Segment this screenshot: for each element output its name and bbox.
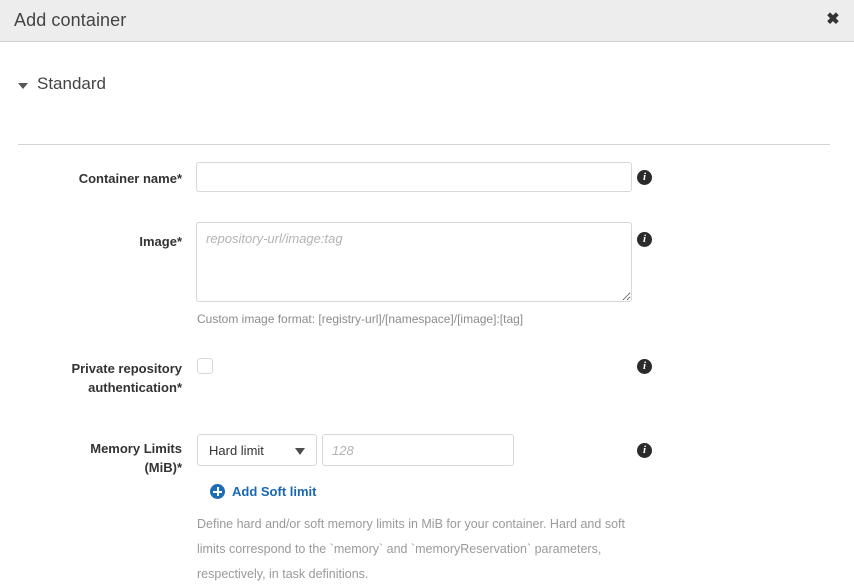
add-soft-limit-button[interactable]: Add Soft limit — [210, 484, 317, 499]
page-title: Add container — [14, 10, 127, 30]
memory-limits-description: Define hard and/or soft memory limits in… — [197, 512, 627, 586]
section-divider — [18, 144, 830, 145]
required-marker: * — [176, 234, 182, 249]
close-icon[interactable]: ✖ — [822, 9, 844, 31]
memory-limits-label: Memory Limits (MiB)* — [2, 439, 182, 477]
info-icon[interactable]: i — [637, 170, 652, 185]
memory-description-line1: Define hard and/or soft memory limits in… — [197, 517, 625, 531]
memory-limits-label-line2: (MiB) — [144, 460, 177, 475]
chevron-down-icon — [295, 448, 305, 455]
private-repository-authentication-label: Private repository authentication* — [2, 359, 182, 397]
info-icon[interactable]: i — [637, 232, 652, 247]
required-marker: * — [176, 171, 182, 186]
modal-header: Add container ✖ — [0, 0, 854, 42]
memory-limit-type-select[interactable]: Hard limit — [197, 434, 317, 466]
required-marker: * — [176, 380, 182, 395]
plus-circle-icon — [210, 484, 225, 499]
image-format-hint: Custom image format: [registry-url]/[nam… — [197, 312, 524, 326]
container-name-label: Container name* — [2, 169, 182, 188]
modal-body: Standard Container name* i Image* i Cust… — [0, 42, 854, 586]
memory-description-line2: limits correspond to the `memory` and `m… — [197, 542, 602, 556]
memory-limits-label-line1: Memory Limits — [90, 441, 182, 456]
private-repo-label-line2: authentication — [88, 380, 177, 395]
section-header-standard[interactable]: Standard — [18, 74, 106, 94]
info-icon[interactable]: i — [637, 443, 652, 458]
info-icon[interactable]: i — [637, 359, 652, 374]
memory-limit-type-value: Hard limit — [209, 443, 264, 458]
private-repo-label-line1: Private repository — [71, 361, 182, 376]
chevron-down-icon — [18, 83, 28, 89]
private-repository-authentication-checkbox[interactable] — [197, 358, 213, 374]
image-label: Image* — [2, 232, 182, 251]
container-name-label-text: Container name — [78, 171, 177, 186]
required-marker: * — [176, 460, 182, 475]
add-soft-limit-label: Add Soft limit — [232, 484, 317, 499]
memory-limit-value-input[interactable] — [322, 434, 514, 466]
image-textarea[interactable] — [196, 222, 632, 302]
section-title: Standard — [37, 74, 106, 93]
image-label-text: Image — [139, 234, 177, 249]
container-name-input[interactable] — [196, 162, 632, 192]
add-container-modal: Add container ✖ Standard Container name*… — [0, 0, 854, 586]
memory-description-line3: respectively, in task definitions. — [197, 567, 369, 581]
